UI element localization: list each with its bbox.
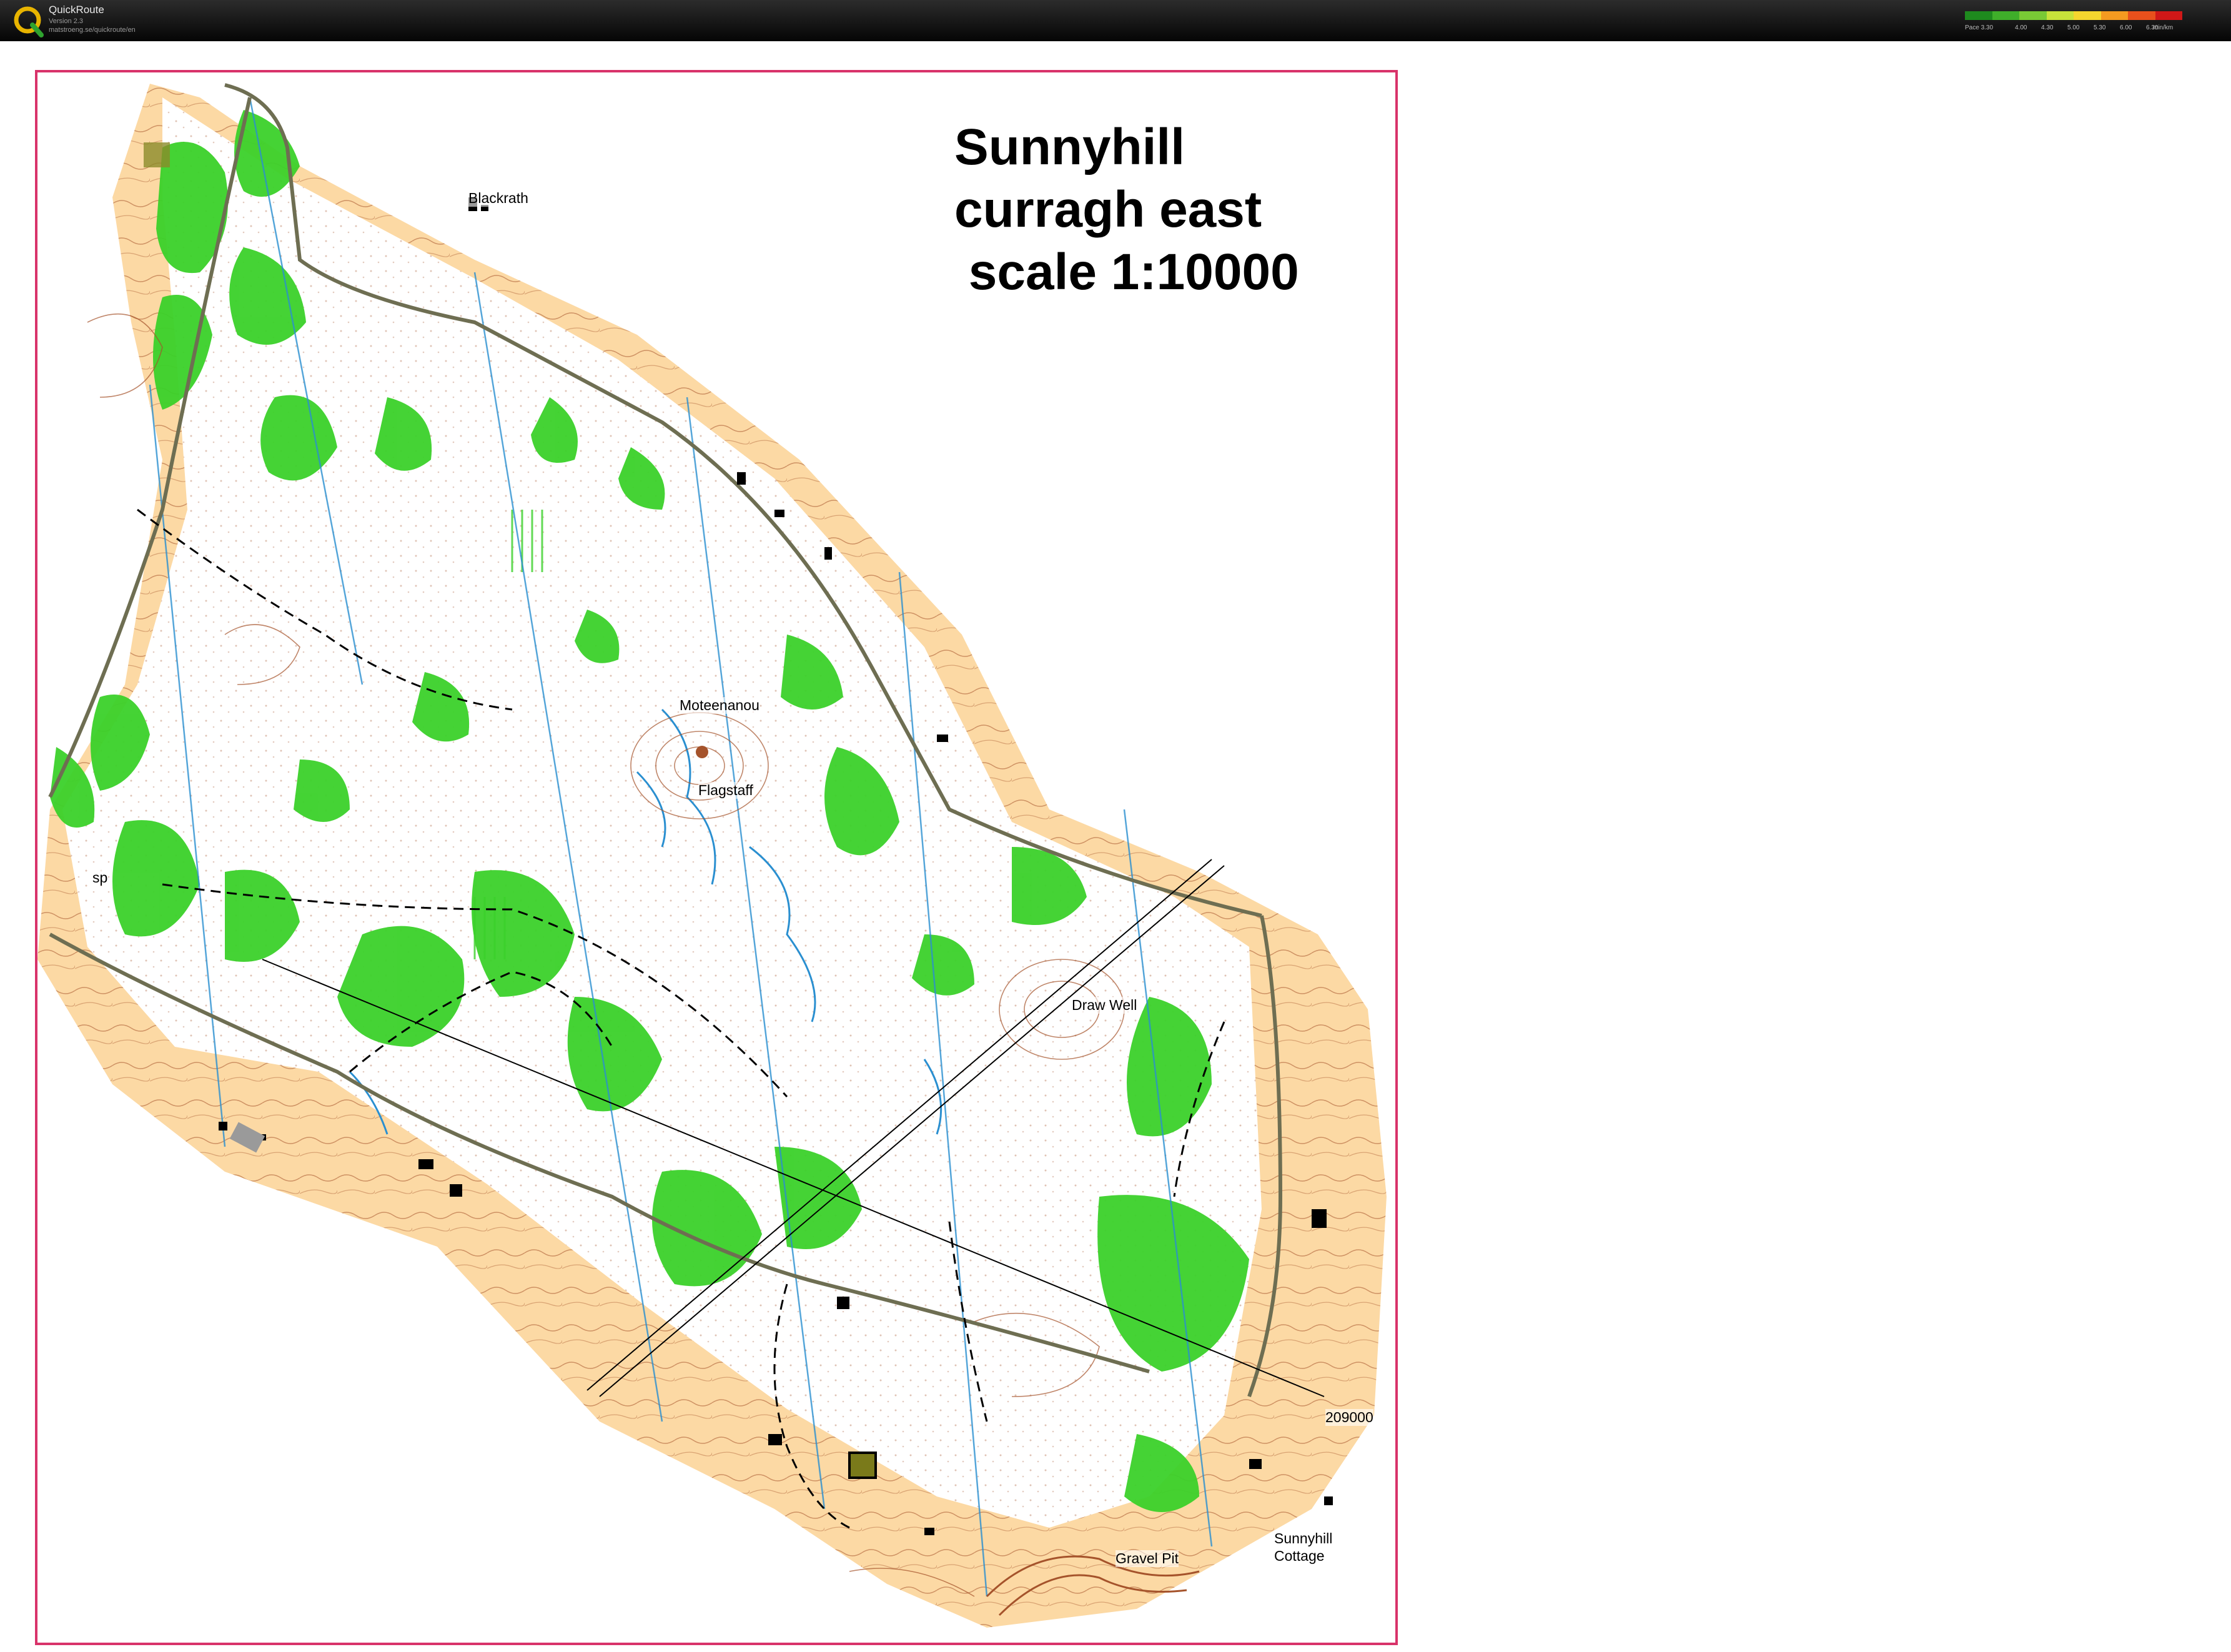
- place-label-blackrath: Blackrath: [468, 190, 528, 207]
- grid-reference-label: 209000: [1325, 1409, 1373, 1426]
- pace-color-segment: [2128, 11, 2155, 20]
- map-graphic: [37, 83, 1387, 1628]
- pace-label: 4.30: [2041, 24, 2054, 31]
- app-title-bar: QuickRoute Version 2.3 matstroeng.se/qui…: [0, 0, 2231, 41]
- pace-color-bar: [1965, 11, 2182, 20]
- place-label-gravel-pit: Gravel Pit: [1116, 1550, 1179, 1567]
- app-url[interactable]: matstroeng.se/quickroute/en: [49, 26, 136, 34]
- pace-label: 4.00: [2015, 24, 2027, 31]
- pace-legend: Pace 3.30 4.00 4.30 5.00 5.30 6.00 6.30: [1965, 11, 2182, 36]
- place-label-sp: sp: [92, 869, 108, 886]
- map-title: Sunnyhill curragh east scale 1:10000: [954, 116, 1299, 304]
- pace-label: 6.00: [2120, 24, 2132, 31]
- map-title-line-2: curragh east: [954, 181, 1262, 238]
- pace-color-segment: [2019, 11, 2047, 20]
- place-label-flagstaff: Flagstaff: [698, 782, 753, 799]
- pace-label: 5.30: [2094, 24, 2106, 31]
- place-label-sunnyhill-cottage: Sunnyhill: [1274, 1530, 1333, 1547]
- pace-label: Pace 3.30: [1965, 24, 1994, 31]
- pace-color-segment: [2155, 11, 2182, 20]
- pace-label: 5.00: [2067, 24, 2080, 31]
- app-version: Version 2.3: [49, 17, 84, 25]
- pace-color-segment: [1992, 11, 2019, 20]
- app-name: QuickRoute: [49, 4, 104, 16]
- quickroute-logo-icon: [14, 6, 44, 37]
- olive-structure: [144, 142, 170, 167]
- pace-color-segment: [2100, 11, 2128, 20]
- pace-unit: min/km: [2153, 24, 2174, 31]
- summit-marker: [696, 746, 708, 758]
- place-label-moteenanou: Moteenanou: [680, 697, 759, 714]
- place-label-sunnyhill-cottage: Cottage: [1274, 1548, 1325, 1565]
- pace-color-segment: [1965, 11, 1992, 20]
- orienteering-map[interactable]: Sunnyhill curragh east scale 1:10000 Bla…: [35, 70, 1398, 1645]
- map-title-line-1: Sunnyhill: [954, 119, 1185, 176]
- map-title-line-3: scale 1:10000: [954, 244, 1299, 300]
- olive-structure: [848, 1452, 877, 1479]
- pace-color-segment: [2074, 11, 2101, 20]
- place-label-draw-well: Draw Well: [1072, 997, 1137, 1014]
- pace-color-segment: [2046, 11, 2074, 20]
